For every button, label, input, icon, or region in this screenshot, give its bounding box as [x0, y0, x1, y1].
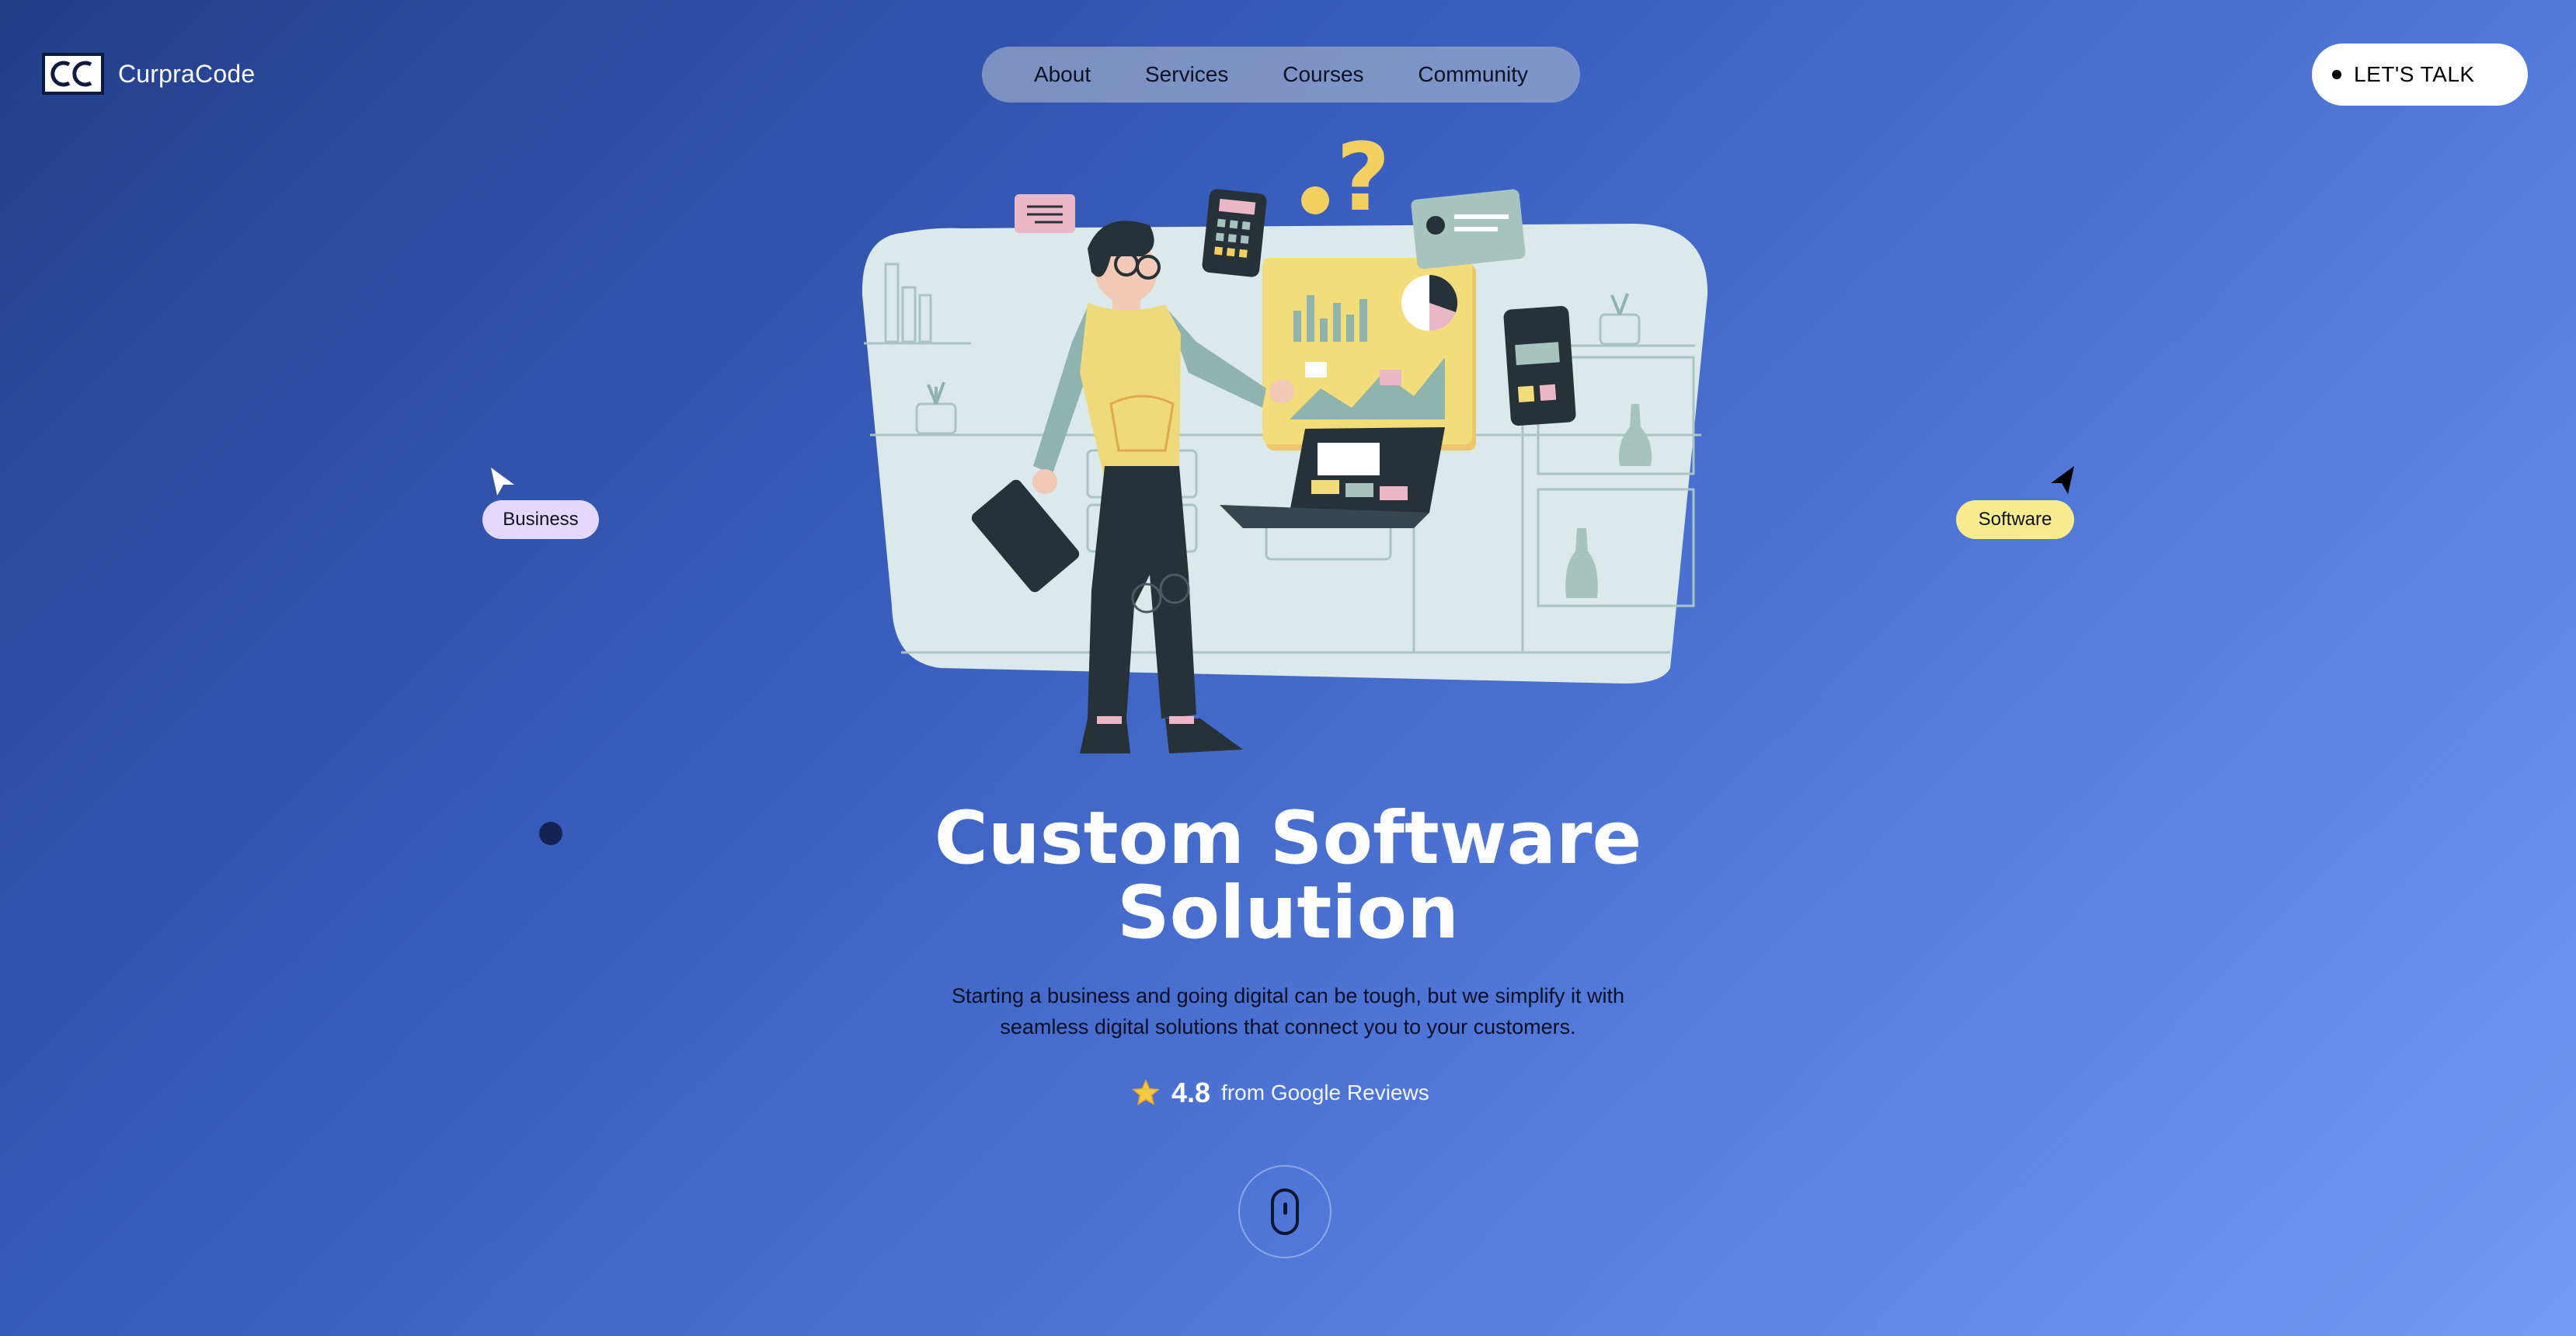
brand-name: CurpraCode — [118, 59, 256, 88]
cursor-white-icon — [491, 468, 514, 496]
software-tag: Software — [1956, 500, 2074, 539]
decorative-dot — [539, 822, 562, 845]
rating-label: from Google Reviews — [1221, 1080, 1429, 1105]
title-line-2: Solution — [1116, 871, 1460, 955]
main-nav: About Services Courses Community — [982, 47, 1580, 103]
mouse-scroll-icon — [1271, 1188, 1299, 1235]
dot-icon — [2332, 70, 2341, 79]
cc-logo-icon — [42, 53, 104, 95]
nav-community[interactable]: Community — [1418, 62, 1528, 87]
person-with-dashboard-illustration: ? — [855, 124, 1717, 816]
business-tag: Business — [482, 500, 599, 539]
google-rating: 4.8 from Google Reviews — [1131, 1077, 1429, 1109]
lets-talk-label: LET'S TALK — [2354, 62, 2475, 86]
lets-talk-button[interactable]: LET'S TALK — [2312, 43, 2528, 106]
rating-value: 4.8 — [1171, 1077, 1211, 1108]
nav-courses[interactable]: Courses — [1283, 62, 1363, 87]
nav-about[interactable]: About — [1034, 62, 1091, 87]
hero-subtitle: Starting a business and going digital ca… — [900, 980, 1676, 1042]
subtitle-line-2: seamless digital solutions that connect … — [1000, 1015, 1576, 1039]
cursor-black-icon — [2051, 466, 2074, 494]
page-title: Custom Software Solution — [822, 802, 1754, 951]
mouse-wheel — [1283, 1202, 1287, 1215]
svg-text:?: ? — [1336, 140, 1391, 232]
star-icon — [1132, 1079, 1160, 1105]
brand-logo[interactable]: CurpraCode — [42, 53, 255, 95]
subtitle-line-1: Starting a business and going digital ca… — [951, 984, 1624, 1007]
scroll-down-button[interactable] — [1238, 1165, 1332, 1258]
nav-services[interactable]: Services — [1145, 62, 1228, 87]
title-line-1: Custom Software — [934, 796, 1642, 881]
